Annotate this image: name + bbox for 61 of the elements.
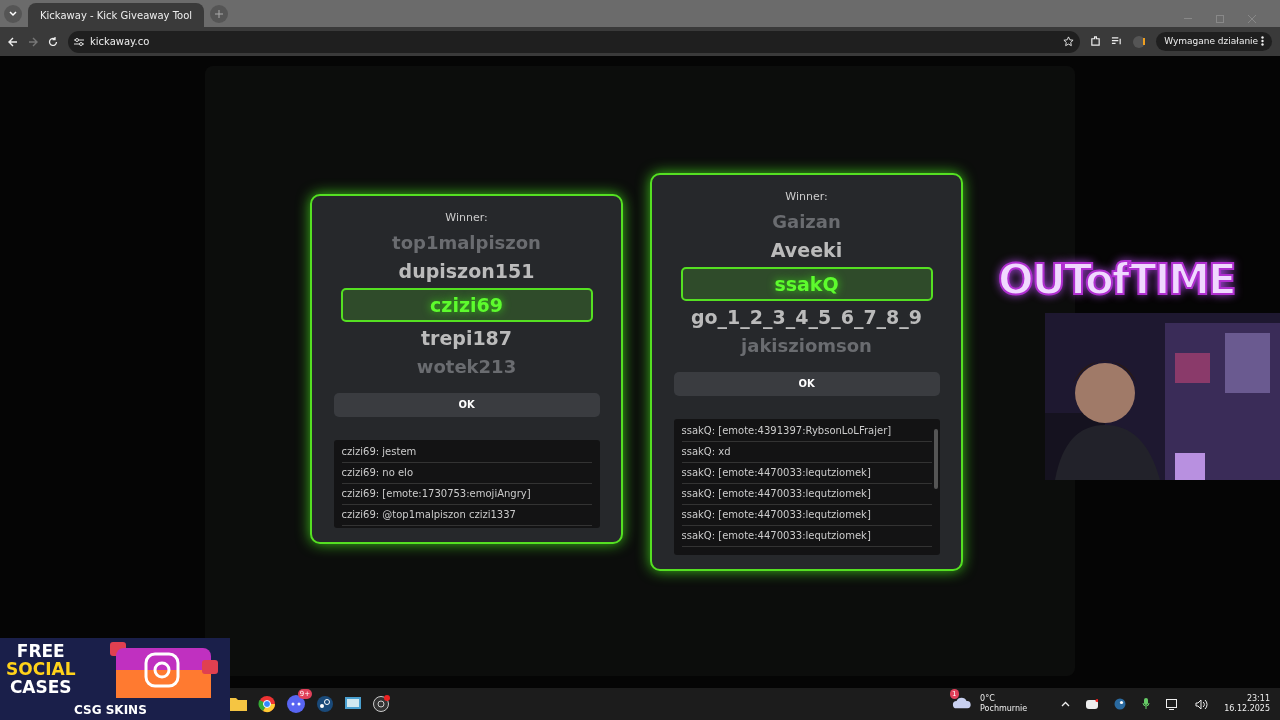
- temperature-text: 0°C: [980, 694, 996, 704]
- star-icon[interactable]: [1063, 36, 1075, 47]
- participant-name: top1malpiszon: [391, 230, 542, 255]
- winner-name: ssakQ: [680, 266, 933, 301]
- chat-app-icon[interactable]: [1086, 699, 1099, 709]
- participant-name: dupiszon151: [397, 258, 536, 284]
- dialog-title: Winner:: [445, 210, 488, 226]
- speaker-icon[interactable]: [1195, 698, 1209, 710]
- chat-message: ssakQ: [emote:4470033:lequtziomek]: [681, 462, 932, 484]
- chat-app-icon[interactable]: [286, 694, 306, 714]
- recorder-icon[interactable]: [372, 695, 390, 713]
- chat-message: ssakQ: xd: [681, 441, 932, 463]
- ad-headline: SOCIAL: [6, 660, 76, 678]
- chat-message: czizi69: [emote:1730753:emojiAngry]: [341, 483, 592, 505]
- participant-name: Gaizan: [771, 209, 842, 234]
- dialog-title: Winner:: [785, 189, 828, 205]
- participant-name: Aveeki: [769, 237, 844, 263]
- participant-name: wotek213: [415, 354, 518, 379]
- profile-avatar-icon[interactable]: [1132, 34, 1147, 49]
- chat-message: czizi69: jestem: [341, 441, 592, 463]
- microphone-icon[interactable]: [1142, 698, 1151, 710]
- tab-list-button[interactable]: [4, 5, 22, 23]
- back-arrow-icon[interactable]: [8, 36, 18, 47]
- chat-message: ssakQ: [emote:4470033:lequtziomek]: [681, 525, 932, 547]
- site-settings-icon[interactable]: [74, 36, 84, 47]
- participant-name: go_1_2_3_4_5_6_7_8_9: [689, 304, 924, 331]
- ok-button[interactable]: OK: [333, 392, 600, 417]
- network-icon[interactable]: [1166, 698, 1180, 710]
- chat-message: czizi69: @top1malpiszon czizi1337: [341, 504, 592, 526]
- reload-icon[interactable]: [48, 36, 58, 47]
- game-store-icon[interactable]: [1114, 698, 1127, 710]
- ad-headline: FREE: [15, 642, 66, 660]
- chevron-up-icon[interactable]: [1061, 701, 1071, 707]
- chat-message: ssakQ: [emote:4470033:lequtziomek]: [681, 483, 932, 505]
- chevron-down-icon: [9, 11, 17, 17]
- winner-name: czizi69: [340, 287, 593, 322]
- clock-date[interactable]: 16.12.2025: [1224, 704, 1270, 714]
- chat-message: ssakQ: [emote:4391397:RybsonLoLFrajer]: [681, 420, 932, 442]
- chat-message: ssakQ: [emote:4470033:lequtziomek]: [681, 504, 932, 526]
- ok-button[interactable]: OK: [673, 371, 940, 396]
- participant-name: jakisziomson: [739, 333, 873, 358]
- media-control-icon[interactable]: [1111, 36, 1123, 47]
- forward-arrow-icon[interactable]: [28, 36, 38, 47]
- plus-icon: [215, 10, 223, 18]
- game-store-icon[interactable]: [316, 695, 334, 713]
- participant-name: trepi187: [419, 325, 514, 351]
- ad-banner[interactable]: FREE SOCIAL CASES CSG SKINS: [0, 638, 230, 720]
- channel-logo: OUTofTIME: [998, 254, 1235, 306]
- brand-label: CSG SKINS: [74, 702, 147, 719]
- browser-icon[interactable]: [258, 695, 276, 713]
- clock-time[interactable]: 23:11: [1246, 694, 1270, 704]
- extensions-icon[interactable]: [1090, 36, 1102, 47]
- weather-text: Pochmurnie: [980, 704, 1028, 714]
- monitor-icon[interactable]: [344, 696, 362, 712]
- profile-button[interactable]: Wymagane działanie: [1156, 31, 1272, 52]
- more-icon: [1261, 36, 1264, 47]
- ad-headline: CASES: [8, 678, 73, 696]
- chat-message: czizi69: no elo: [341, 462, 592, 484]
- browser-tab[interactable]: Kickaway - Kick Giveaway Tool: [28, 3, 204, 27]
- scrollbar[interactable]: [933, 428, 938, 489]
- address-bar[interactable]: kickaway.co: [90, 34, 150, 49]
